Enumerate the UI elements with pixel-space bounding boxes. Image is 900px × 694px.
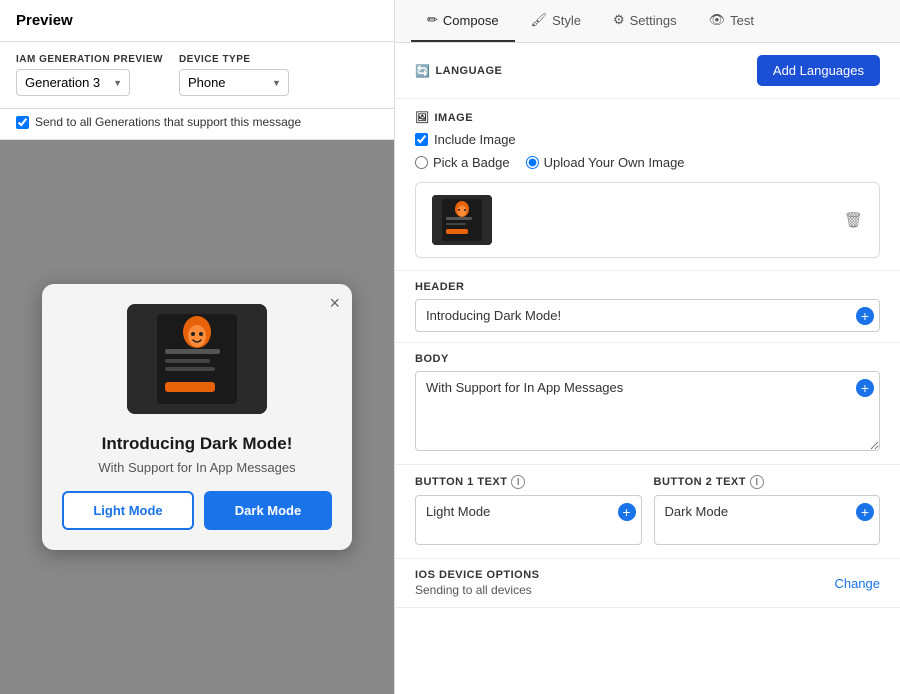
style-icon: 🖌 xyxy=(531,12,548,28)
left-panel: Preview IAM GENERATION PREVIEW Generatio… xyxy=(0,0,395,694)
panel-title: Preview xyxy=(0,0,394,42)
header-label: HEADER xyxy=(415,281,880,293)
send-to-all-label: Send to all Generations that support thi… xyxy=(35,115,301,129)
ios-change-link[interactable]: Change xyxy=(834,576,880,591)
settings-icon: ⚙ xyxy=(613,12,625,28)
send-to-all-row: Send to all Generations that support thi… xyxy=(0,109,394,140)
button-fields-row: BUTTON 1 TEXT i Light Mode + BUTTON 2 TE… xyxy=(395,465,900,559)
modal-buttons: Light Mode Dark Mode xyxy=(62,491,332,530)
ios-section: IOS DEVICE OPTIONS Sending to all device… xyxy=(395,559,900,608)
language-label: 🔄 LANGUAGE xyxy=(415,64,502,78)
include-image-label: Include Image xyxy=(434,132,516,147)
add-languages-button[interactable]: Add Languages xyxy=(757,55,880,86)
modal-subtitle: With Support for In App Messages xyxy=(62,460,332,475)
button1-info-icon[interactable]: i xyxy=(511,475,525,489)
delete-image-button[interactable]: 🗑 xyxy=(844,211,863,229)
light-mode-button[interactable]: Light Mode xyxy=(62,491,194,530)
button1-field-wrap: Light Mode + xyxy=(415,495,642,548)
button1-add-button[interactable]: + xyxy=(618,503,636,521)
tab-style[interactable]: 🖌 Style xyxy=(515,0,597,42)
button2-field-wrap: Dark Mode + xyxy=(654,495,881,548)
generation-select[interactable]: Generation 3 Generation 2 Generation 1 xyxy=(16,69,130,96)
button2-label: BUTTON 2 TEXT i xyxy=(654,475,881,489)
modal-body: Introducing Dark Mode! With Support for … xyxy=(42,424,352,550)
header-section: HEADER + xyxy=(395,271,900,343)
header-field-wrap: + xyxy=(415,299,880,332)
compose-icon: ✏ xyxy=(427,12,438,28)
tab-compose[interactable]: ✏ Compose xyxy=(411,0,515,42)
radio-upload-image-input[interactable] xyxy=(526,156,539,169)
test-icon: 👁 xyxy=(709,12,726,28)
include-image-checkbox[interactable] xyxy=(415,133,428,146)
button2-textarea[interactable]: Dark Mode xyxy=(654,495,881,545)
image-header-icon: 🖼 xyxy=(415,111,429,124)
preview-controls: IAM GENERATION PREVIEW Generation 3 Gene… xyxy=(0,42,394,109)
right-content: 🔄 LANGUAGE Add Languages 🖼 IMAGE Include… xyxy=(395,43,900,694)
button1-field-group: BUTTON 1 TEXT i Light Mode + xyxy=(415,475,642,548)
image-type-radio-group: Pick a Badge Upload Your Own Image xyxy=(415,155,880,170)
tab-test[interactable]: 👁 Test xyxy=(693,0,770,42)
ios-section-title: IOS DEVICE OPTIONS xyxy=(415,569,540,581)
iam-generation-label: IAM GENERATION PREVIEW xyxy=(16,54,163,65)
preview-area: × xyxy=(0,140,394,694)
modal-image-area xyxy=(42,284,352,424)
device-select[interactable]: Phone Tablet xyxy=(179,69,289,96)
header-input[interactable] xyxy=(415,299,880,332)
include-image-row: Include Image xyxy=(415,132,880,147)
ios-section-subtitle: Sending to all devices xyxy=(415,583,540,597)
modal-close-button[interactable]: × xyxy=(329,294,340,312)
language-section: 🔄 LANGUAGE Add Languages xyxy=(395,43,900,99)
tab-settings[interactable]: ⚙ Settings xyxy=(597,0,693,42)
device-type-control: DEVICE TYPE Phone Tablet xyxy=(179,54,289,96)
radio-upload-image[interactable]: Upload Your Own Image xyxy=(526,155,685,170)
body-label: BODY xyxy=(415,353,880,365)
device-type-label: DEVICE TYPE xyxy=(179,54,289,65)
tabs-bar: ✏ Compose 🖌 Style ⚙ Settings 👁 Test xyxy=(395,0,900,43)
radio-pick-badge-input[interactable] xyxy=(415,156,428,169)
iam-generation-control: IAM GENERATION PREVIEW Generation 3 Gene… xyxy=(16,54,163,96)
ios-section-left: IOS DEVICE OPTIONS Sending to all device… xyxy=(415,569,540,597)
header-add-button[interactable]: + xyxy=(856,307,874,325)
button1-textarea[interactable]: Light Mode xyxy=(415,495,642,545)
image-thumbnail xyxy=(432,195,492,245)
modal-title: Introducing Dark Mode! xyxy=(62,434,332,454)
device-select-wrap: Phone Tablet xyxy=(179,69,289,96)
image-section-header: 🖼 IMAGE xyxy=(415,111,880,124)
right-panel: ✏ Compose 🖌 Style ⚙ Settings 👁 Test 🔄 LA… xyxy=(395,0,900,694)
button2-field-group: BUTTON 2 TEXT i Dark Mode + xyxy=(654,475,881,548)
language-icon: 🔄 xyxy=(415,64,430,78)
button1-label: BUTTON 1 TEXT i xyxy=(415,475,642,489)
modal-card: × xyxy=(42,284,352,550)
radio-pick-badge[interactable]: Pick a Badge xyxy=(415,155,510,170)
image-preview-box: 🗑 xyxy=(415,182,880,258)
body-section: BODY With Support for In App Messages + xyxy=(395,343,900,465)
dark-mode-button[interactable]: Dark Mode xyxy=(204,491,332,530)
image-section: 🖼 IMAGE Include Image Pick a Badge Uploa… xyxy=(395,99,900,271)
body-textarea[interactable]: With Support for In App Messages xyxy=(415,371,880,451)
button2-add-button[interactable]: + xyxy=(856,503,874,521)
body-field-wrap: With Support for In App Messages + xyxy=(415,371,880,454)
modal-image-placeholder xyxy=(127,304,267,414)
button2-info-icon[interactable]: i xyxy=(750,475,764,489)
generation-select-wrap: Generation 3 Generation 2 Generation 1 xyxy=(16,69,130,96)
send-to-all-checkbox[interactable] xyxy=(16,116,29,129)
body-add-button[interactable]: + xyxy=(856,379,874,397)
